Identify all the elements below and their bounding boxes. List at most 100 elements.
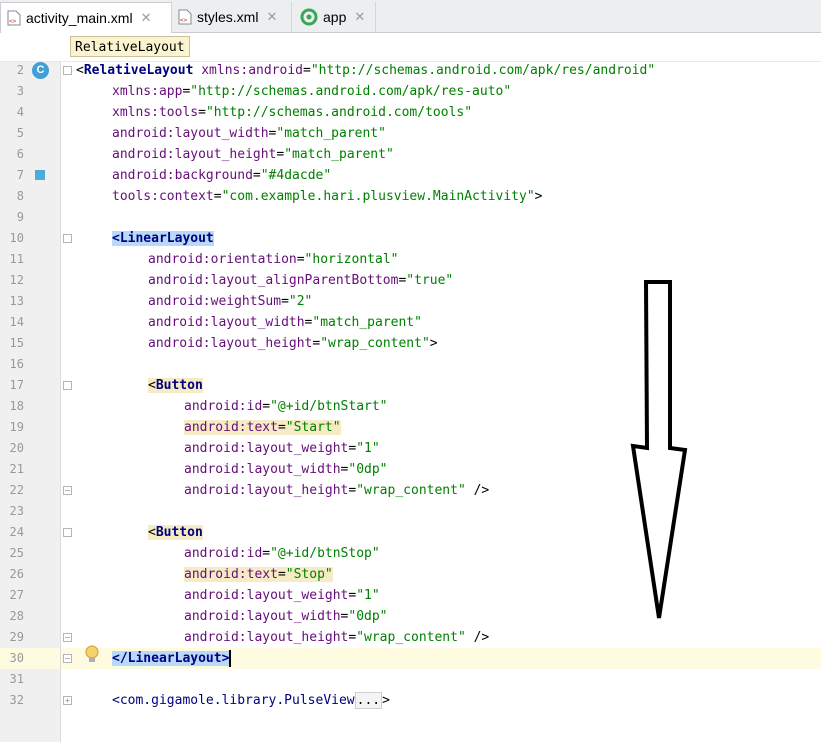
- code-line[interactable]: <Button: [148, 522, 203, 543]
- folded-region[interactable]: ...: [354, 692, 383, 709]
- code-token: text: [246, 420, 278, 435]
- code-line[interactable]: <LinearLayout: [112, 228, 214, 249]
- code-token: "Stop": [285, 567, 333, 582]
- close-icon[interactable]: ✕: [266, 9, 277, 25]
- code-token: app: [158, 84, 183, 99]
- code-token: Button: [155, 525, 203, 540]
- code-token: />: [465, 630, 490, 645]
- code-token: android:: [184, 420, 247, 435]
- lightbulb-icon[interactable]: [84, 645, 100, 665]
- code-line[interactable]: android:orientation="horizontal": [148, 249, 398, 270]
- code-token: layout_height: [246, 483, 349, 498]
- code-token: tools:: [112, 189, 159, 204]
- code-token: android:: [112, 147, 175, 162]
- line-number: 7: [16, 168, 24, 182]
- tab-styles[interactable]: <> styles.xml ✕: [172, 2, 292, 32]
- line-number: 3: [16, 84, 24, 98]
- code-token: layout_width: [210, 315, 305, 330]
- code-line[interactable]: android:layout_width="0dp": [184, 459, 388, 480]
- code-token: >: [534, 189, 543, 204]
- code-token: xmlns:: [112, 105, 159, 120]
- tab-label: activity_main.xml: [26, 10, 133, 26]
- down-arrow-annotation: [630, 280, 688, 619]
- code-line[interactable]: android:layout_height="wrap_content" />: [184, 627, 489, 648]
- code-line[interactable]: android:weightSum="2": [148, 291, 312, 312]
- line-number: 4: [16, 105, 24, 119]
- code-line[interactable]: android:layout_alignParentBottom="true": [148, 270, 453, 291]
- fold-marker[interactable]: [63, 66, 72, 75]
- tab-label: styles.xml: [197, 9, 259, 25]
- line-number: 28: [9, 609, 24, 623]
- code-line[interactable]: android:layout_weight="1": [184, 585, 380, 606]
- code-line[interactable]: android:text="Stop": [184, 564, 333, 585]
- code-line[interactable]: xmlns:tools="http://schemas.android.com/…: [112, 102, 472, 123]
- code-line[interactable]: android:layout_height="match_parent": [112, 144, 394, 165]
- close-icon[interactable]: ✕: [354, 9, 365, 25]
- code-line[interactable]: tools:context="com.example.hari.plusview…: [112, 186, 543, 207]
- code-line[interactable]: android:layout_width="match_parent": [112, 123, 386, 144]
- code-token: RelativeLayout: [83, 63, 194, 78]
- code-line[interactable]: <Button: [148, 375, 203, 396]
- code-token: <LinearLayout: [112, 231, 214, 246]
- code-token: "wrap_content": [320, 336, 430, 351]
- code-token: "1": [356, 588, 380, 603]
- code-line[interactable]: android:layout_height="wrap_content" />: [184, 480, 489, 501]
- code-token: layout_alignParentBottom: [210, 273, 399, 288]
- svg-text:<>: <>: [9, 18, 17, 25]
- tab-activity-main[interactable]: <> activity_main.xml ✕: [0, 2, 172, 33]
- code-token: "@+id/btnStop": [270, 546, 380, 561]
- code-token: android:: [148, 252, 211, 267]
- code-line[interactable]: android:layout_width="0dp": [184, 606, 388, 627]
- code-line[interactable]: android:id="@+id/btnStop": [184, 543, 380, 564]
- code-token: "wrap_content": [356, 630, 466, 645]
- code-line[interactable]: <RelativeLayout xmlns:android="http://sc…: [76, 60, 655, 81]
- line-number: 16: [9, 357, 24, 371]
- close-icon[interactable]: ✕: [141, 10, 152, 26]
- code-token: android:: [184, 546, 247, 561]
- line-number: 22: [9, 483, 24, 497]
- code-token: xmlns:: [112, 84, 159, 99]
- code-line[interactable]: android:id="@+id/btnStart": [184, 396, 388, 417]
- code-line[interactable]: android:background="#4dacde": [112, 165, 331, 186]
- expand-fold-marker[interactable]: +: [63, 696, 72, 705]
- code-token: "0dp": [348, 462, 388, 477]
- code-line[interactable]: android:text="Start": [184, 417, 341, 438]
- code-line[interactable]: xmlns:app="http://schemas.android.com/ap…: [112, 81, 511, 102]
- gutter-divider: [60, 62, 61, 742]
- fold-marker[interactable]: [63, 528, 72, 537]
- code-token: "Start": [285, 420, 341, 435]
- code-token: =: [303, 63, 311, 78]
- code-token: android:: [184, 441, 247, 456]
- code-line[interactable]: android:layout_height="wrap_content">: [148, 333, 438, 354]
- class-badge-icon[interactable]: C: [32, 62, 49, 79]
- fold-marker[interactable]: [63, 654, 72, 663]
- code-line[interactable]: </LinearLayout>: [112, 648, 232, 669]
- code-line[interactable]: <com.gigamole.library.PulseView... >: [112, 690, 390, 711]
- fold-marker[interactable]: [63, 633, 72, 642]
- xml-file-icon: <>: [7, 10, 21, 26]
- code-token: >: [382, 693, 390, 708]
- code-token: android:: [148, 294, 211, 309]
- tab-app[interactable]: app ✕: [292, 2, 376, 32]
- code-line[interactable]: android:layout_width="match_parent": [148, 312, 422, 333]
- code-token: android: [248, 63, 303, 78]
- fold-marker[interactable]: [63, 486, 72, 495]
- xml-file-icon: <>: [178, 9, 192, 25]
- line-number: 24: [9, 525, 24, 539]
- code-token: layout_height: [174, 147, 277, 162]
- code-token: <: [76, 63, 84, 78]
- breadcrumb[interactable]: RelativeLayout: [70, 36, 190, 57]
- color-swatch-icon[interactable]: [35, 170, 45, 180]
- code-token: <: [148, 378, 156, 393]
- code-token: layout_height: [246, 630, 349, 645]
- code-token: "horizontal": [304, 252, 399, 267]
- text-caret: [229, 650, 232, 667]
- fold-marker[interactable]: [63, 381, 72, 390]
- code-token: id: [246, 546, 263, 561]
- code-line[interactable]: android:layout_weight="1": [184, 438, 380, 459]
- code-token: tools: [158, 105, 199, 120]
- code-token: android:: [112, 168, 175, 183]
- fold-marker[interactable]: [63, 234, 72, 243]
- code-token: android:: [112, 126, 175, 141]
- line-number: 21: [9, 462, 24, 476]
